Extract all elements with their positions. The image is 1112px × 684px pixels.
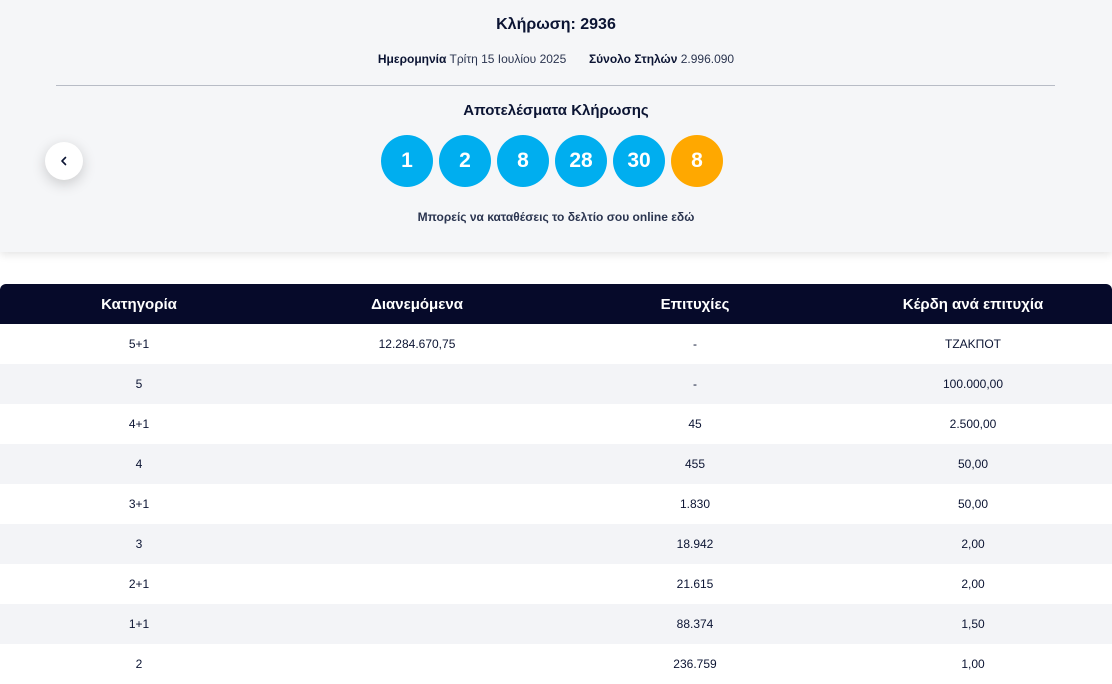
draw-title: Κλήρωση: 2936 — [496, 16, 616, 33]
cell-category: 5 — [0, 364, 278, 404]
prize-table: Κατηγορία Διανεμόμενα Επιτυχίες Κέρδη αν… — [0, 284, 1112, 684]
cell-winners: 18.942 — [556, 524, 834, 564]
cell-winners: - — [556, 364, 834, 404]
online-ticket-link[interactable]: Μπορείς να καταθέσεις το δελτίο σου onli… — [0, 210, 1112, 224]
cell-category: 1+1 — [0, 604, 278, 644]
table-row: 4 455 50,00 — [0, 444, 1112, 484]
date-value: Τρίτη 15 Ιουλίου 2025 — [449, 52, 567, 66]
table-row: 1+1 88.374 1,50 — [0, 604, 1112, 644]
cell-distributed — [278, 364, 556, 404]
cell-winners: - — [556, 324, 834, 364]
number-ball: 1 — [381, 135, 433, 187]
table-header-row: Κατηγορία Διανεμόμενα Επιτυχίες Κέρδη αν… — [0, 284, 1112, 324]
cell-winners: 21.615 — [556, 564, 834, 604]
header-distributed: Διανεμόμενα — [278, 284, 556, 324]
number-ball: 2 — [439, 135, 491, 187]
cell-category: 2 — [0, 644, 278, 684]
cell-prize: 1,50 — [834, 604, 1112, 644]
cell-category: 3+1 — [0, 484, 278, 524]
cell-distributed — [278, 644, 556, 684]
cell-prize: 50,00 — [834, 444, 1112, 484]
table-row: 5 -100.000,00 — [0, 364, 1112, 404]
cell-prize: 50,00 — [834, 484, 1112, 524]
chevron-left-icon — [61, 156, 67, 166]
cell-prize: 2,00 — [834, 564, 1112, 604]
header-prize-per-winner: Κέρδη ανά επιτυχία — [834, 284, 1112, 324]
cell-distributed — [278, 524, 556, 564]
cell-prize: 1,00 — [834, 644, 1112, 684]
table-row: 2 236.759 1,00 — [0, 644, 1112, 684]
cell-distributed — [278, 444, 556, 484]
cell-winners: 45 — [556, 404, 834, 444]
header-winners: Επιτυχίες — [556, 284, 834, 324]
cell-winners: 88.374 — [556, 604, 834, 644]
cell-category: 4+1 — [0, 404, 278, 444]
number-ball: 28 — [555, 135, 607, 187]
table-row: 3+1 1.830 50,00 — [0, 484, 1112, 524]
bonus-ball: 8 — [671, 135, 723, 187]
cell-prize: ΤΖΑΚΠΟΤ — [834, 324, 1112, 364]
cell-distributed — [278, 564, 556, 604]
columns-label: Σύνολο Στηλών — [588, 52, 678, 66]
cell-distributed: 12.284.670,75 — [278, 324, 556, 364]
number-ball: 8 — [497, 135, 549, 187]
table-row: 4+1 45 2.500,00 — [0, 404, 1112, 444]
cell-distributed — [278, 404, 556, 444]
table-row: 2+1 21.615 2,00 — [0, 564, 1112, 604]
table-row: 5+1 12.284.670,75- ΤΖΑΚΠΟΤ — [0, 324, 1112, 364]
cell-distributed — [278, 484, 556, 524]
cell-category: 3 — [0, 524, 278, 564]
winning-numbers: 1 2 8 28 30 8 — [381, 135, 723, 187]
draw-results-card: Κλήρωση: 2936 Ημερομηνία Τρίτη 15 Ιουλίο… — [0, 0, 1112, 252]
date-label: Ημερομηνία — [377, 52, 447, 66]
cell-winners: 236.759 — [556, 644, 834, 684]
number-ball: 30 — [613, 135, 665, 187]
cell-category: 5+1 — [0, 324, 278, 364]
cell-prize: 2.500,00 — [834, 404, 1112, 444]
results-title: Αποτελέσματα Κλήρωσης — [463, 102, 649, 119]
previous-draw-button[interactable] — [45, 142, 83, 180]
cell-distributed — [278, 604, 556, 644]
cell-category: 2+1 — [0, 564, 278, 604]
cell-winners: 1.830 — [556, 484, 834, 524]
header-category: Κατηγορία — [0, 284, 278, 324]
table-row: 3 18.942 2,00 — [0, 524, 1112, 564]
cell-prize: 2,00 — [834, 524, 1112, 564]
draw-meta: Ημερομηνία Τρίτη 15 Ιουλίου 2025 Σύνολο … — [0, 52, 1112, 66]
columns-value: 2.996.090 — [680, 52, 735, 66]
divider — [56, 85, 1055, 86]
cell-winners: 455 — [556, 444, 834, 484]
cell-category: 4 — [0, 444, 278, 484]
cell-prize: 100.000,00 — [834, 364, 1112, 404]
